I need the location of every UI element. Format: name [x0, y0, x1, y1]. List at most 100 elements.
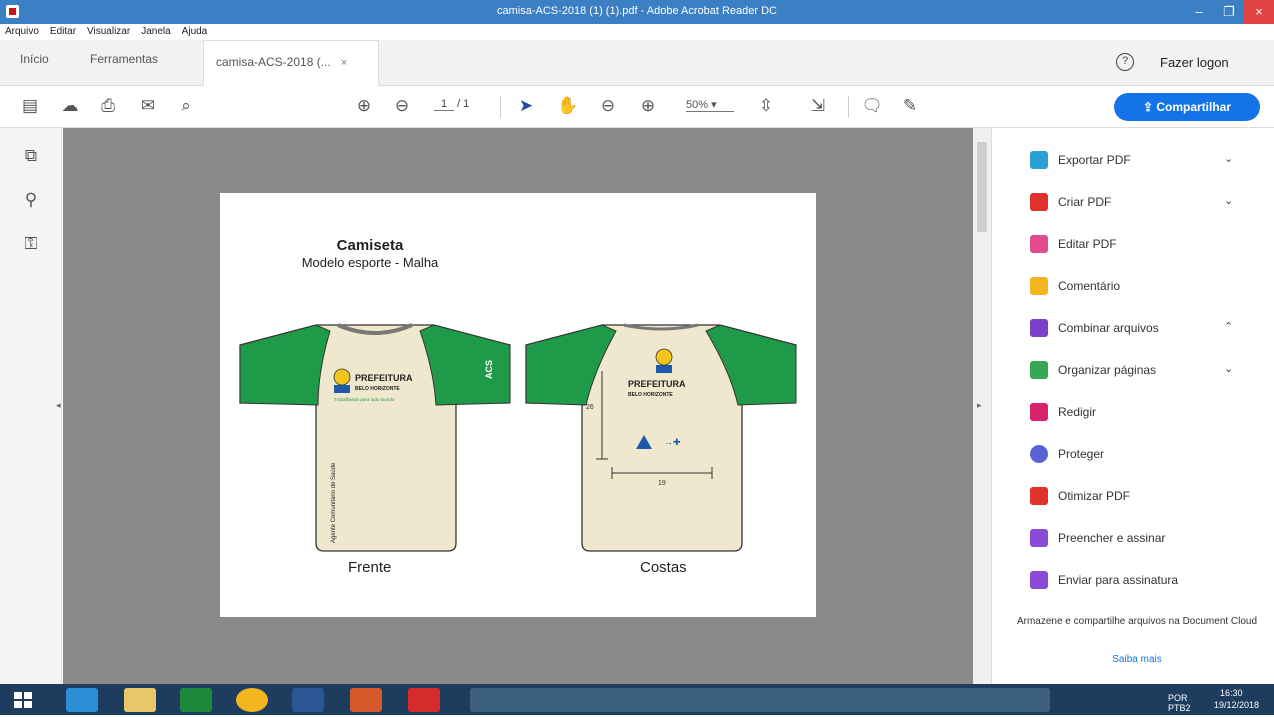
tab-tools[interactable]: Ferramentas — [90, 52, 158, 66]
protect-icon — [1030, 445, 1048, 463]
menu-arquivo[interactable]: Arquivo — [0, 24, 45, 37]
zoom-in-icon[interactable]: ⊕ — [636, 94, 660, 118]
maximize-button[interactable]: ❐ — [1214, 0, 1244, 24]
tool-label: Preencher e assinar — [1058, 531, 1166, 545]
minimize-button[interactable]: – — [1184, 0, 1214, 24]
dimension-vertical: 26 — [586, 404, 594, 411]
tool-organize-pages[interactable]: Organizar páginas ⌄ — [1030, 356, 1260, 386]
menu-editar[interactable]: Editar — [45, 24, 82, 37]
upload-cloud-icon[interactable]: ☁ — [58, 94, 82, 118]
tool-edit-pdf[interactable]: Editar PDF — [1030, 230, 1260, 260]
combine-icon — [1030, 319, 1048, 337]
document-viewer[interactable]: Camiseta Modelo esporte - Malha PREFEITU… — [63, 128, 973, 684]
taskbar-thumbnails — [470, 688, 1050, 712]
tool-label: Combinar arquivos — [1058, 321, 1159, 335]
sleeve-text: ACS — [484, 360, 494, 379]
email-icon[interactable]: ✉ — [136, 94, 160, 118]
zoom-select[interactable]: 50% ▾ — [686, 98, 734, 112]
print-icon[interactable]: ⎙ — [96, 94, 120, 118]
front-city-text: BELO HORIZONTE — [355, 386, 400, 392]
app-icon[interactable] — [350, 688, 382, 712]
attachments-icon[interactable]: ⚲ — [20, 190, 42, 212]
learn-more-link[interactable]: Saiba mais — [1012, 654, 1262, 665]
send-sign-icon — [1030, 571, 1048, 589]
menu-visualizar[interactable]: Visualizar — [82, 24, 136, 37]
language-indicator[interactable]: POR PTB2 — [1168, 693, 1191, 713]
pen-tool-icon[interactable]: ✎ — [898, 94, 922, 118]
hand-tool-icon[interactable]: ✋ — [556, 94, 580, 118]
menu-ajuda[interactable]: Ajuda — [177, 24, 214, 37]
scroll-mode-icon[interactable]: ⇲ — [806, 94, 830, 118]
expand-left-panel-icon[interactable]: ◂ — [56, 400, 61, 411]
chevron-down-icon[interactable]: ⌄ — [1224, 362, 1233, 375]
expand-right-panel-icon[interactable]: ▸ — [977, 400, 982, 411]
security-icon[interactable]: ⚿ — [20, 234, 42, 256]
left-nav-rail: ⧉ ⚲ ⚿ ◂ — [0, 128, 62, 684]
page-number-input[interactable]: 1 — [434, 98, 454, 111]
optimize-icon — [1030, 487, 1048, 505]
search-icon[interactable]: ⌕ — [174, 94, 198, 118]
spreadsheet-app-icon[interactable] — [180, 688, 212, 712]
taskbar: POR PTB2 16:30 19/12/2018 — [0, 684, 1274, 715]
comment-icon — [1030, 277, 1048, 295]
tool-label: Criar PDF — [1058, 195, 1112, 209]
tab-document[interactable]: camisa-ACS-2018 (... × — [203, 40, 379, 86]
windows-start-icon[interactable] — [8, 688, 38, 712]
svg-text:→✚: →✚ — [664, 437, 681, 447]
file-explorer-icon[interactable] — [124, 688, 156, 712]
shirt-front-image: PREFEITURA BELO HORIZONTE Trabalhando pa… — [239, 323, 511, 552]
tool-label: Proteger — [1058, 447, 1105, 461]
page-up-icon[interactable]: ⊕ — [352, 94, 376, 118]
acrobat-taskbar-icon[interactable] — [408, 688, 440, 712]
tab-home[interactable]: Início — [20, 52, 49, 66]
back-prefeitura-text: PREFEITURA — [628, 379, 686, 389]
tool-combine-files[interactable]: Combinar arquivos ⌃ — [1030, 314, 1260, 344]
chrome-icon[interactable] — [236, 688, 268, 712]
tool-label: Exportar PDF — [1058, 153, 1131, 167]
word-icon[interactable] — [292, 688, 324, 712]
help-icon[interactable]: ? — [1116, 53, 1134, 71]
dimension-horizontal: 19 — [658, 480, 666, 487]
comment-tool-icon[interactable]: 🗨 — [860, 94, 884, 118]
menu-janela[interactable]: Janela — [136, 24, 176, 37]
back-city-text: BELO HORIZONTE — [628, 392, 673, 398]
menu-bar: Arquivo Editar Visualizar Janela Ajuda — [0, 24, 1274, 40]
tool-create-pdf[interactable]: Criar PDF ⌄ — [1030, 188, 1260, 218]
scroll-thumb[interactable] — [977, 142, 987, 232]
front-slogan-text: Trabalhando para todo mundo — [334, 397, 395, 402]
redact-icon — [1030, 403, 1048, 421]
document-cloud-promo: Armazene e compartilhe arquivos na Docum… — [1016, 616, 1258, 627]
tool-export-pdf[interactable]: Exportar PDF ⌄ — [1030, 146, 1260, 176]
tool-redact[interactable]: Redigir — [1030, 398, 1260, 428]
title-bar: camisa-ACS-2018 (1) (1).pdf - Adobe Acro… — [0, 0, 1274, 24]
tool-optimize-pdf[interactable]: Otimizar PDF — [1030, 482, 1260, 512]
tool-fill-sign[interactable]: Preencher e assinar — [1030, 524, 1260, 554]
signin-link[interactable]: Fazer logon — [1160, 55, 1229, 70]
tool-label: Organizar páginas — [1058, 363, 1157, 377]
tool-label: Redigir — [1058, 405, 1097, 419]
organize-icon — [1030, 361, 1048, 379]
create-icon[interactable]: ▤ — [18, 94, 42, 118]
select-cursor-icon[interactable]: ➤ — [514, 94, 538, 118]
vertical-scrollbar[interactable]: ▸ — [973, 128, 991, 684]
tool-comment[interactable]: Comentário — [1030, 272, 1260, 302]
chevron-down-icon[interactable]: ⌄ — [1224, 194, 1233, 207]
export-pdf-icon — [1030, 151, 1048, 169]
tool-label: Editar PDF — [1058, 237, 1117, 251]
page-thumbnails-icon[interactable]: ⧉ — [20, 146, 42, 168]
share-button[interactable]: ⇪ Compartilhar — [1114, 93, 1260, 121]
close-window-button[interactable]: × — [1244, 0, 1274, 24]
chevron-up-icon[interactable]: ⌃ — [1224, 320, 1233, 333]
internet-explorer-icon[interactable] — [66, 688, 98, 712]
tool-send-for-signature[interactable]: Enviar para assinatura — [1030, 566, 1260, 596]
tool-protect[interactable]: Proteger — [1030, 440, 1260, 470]
chevron-down-icon[interactable]: ⌄ — [1224, 152, 1233, 165]
page-down-icon[interactable]: ⊖ — [390, 94, 414, 118]
zoom-out-icon[interactable]: ⊖ — [596, 94, 620, 118]
divider — [500, 96, 501, 118]
clock-time: 16:30 — [1220, 688, 1243, 698]
shirt-back-image: PREFEITURA BELO HORIZONTE →✚ 26 19 — [525, 323, 797, 552]
fit-page-icon[interactable]: ⇳ — [754, 94, 778, 118]
tab-close-button[interactable]: × — [341, 57, 347, 69]
tool-label: Enviar para assinatura — [1058, 573, 1179, 587]
